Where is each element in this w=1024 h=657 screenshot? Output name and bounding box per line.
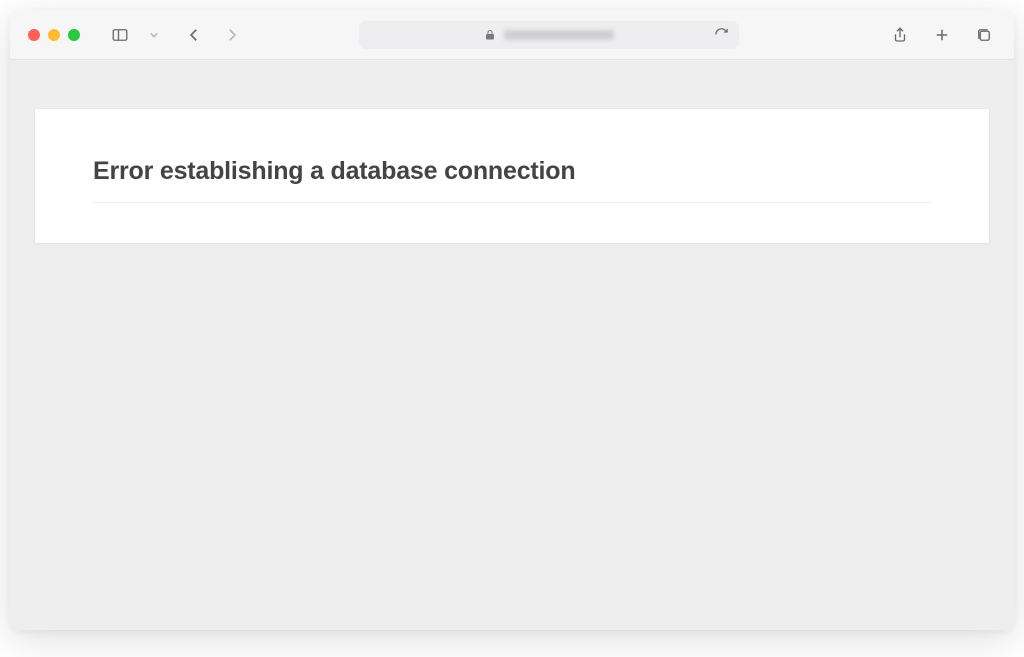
back-button[interactable] [182, 23, 206, 47]
reload-button[interactable] [714, 27, 729, 42]
nav-buttons [182, 23, 244, 47]
minimize-window-button[interactable] [48, 29, 60, 41]
error-card: Error establishing a database connection [34, 108, 990, 244]
lock-icon [484, 29, 496, 41]
address-bar[interactable] [359, 21, 739, 49]
forward-button[interactable] [220, 23, 244, 47]
toolbar-right [888, 23, 996, 47]
error-heading: Error establishing a database connection [93, 157, 931, 203]
close-window-button[interactable] [28, 29, 40, 41]
sidebar-toggle-button[interactable] [108, 23, 132, 47]
address-url-obscured [504, 30, 614, 40]
new-tab-button[interactable] [930, 23, 954, 47]
share-button[interactable] [888, 23, 912, 47]
maximize-window-button[interactable] [68, 29, 80, 41]
tabs-overview-button[interactable] [972, 23, 996, 47]
browser-toolbar [10, 10, 1014, 60]
browser-window: Error establishing a database connection [10, 10, 1014, 630]
window-controls [28, 29, 80, 41]
sidebar-dropdown-button[interactable] [142, 23, 166, 47]
page-content: Error establishing a database connection [10, 60, 1014, 630]
